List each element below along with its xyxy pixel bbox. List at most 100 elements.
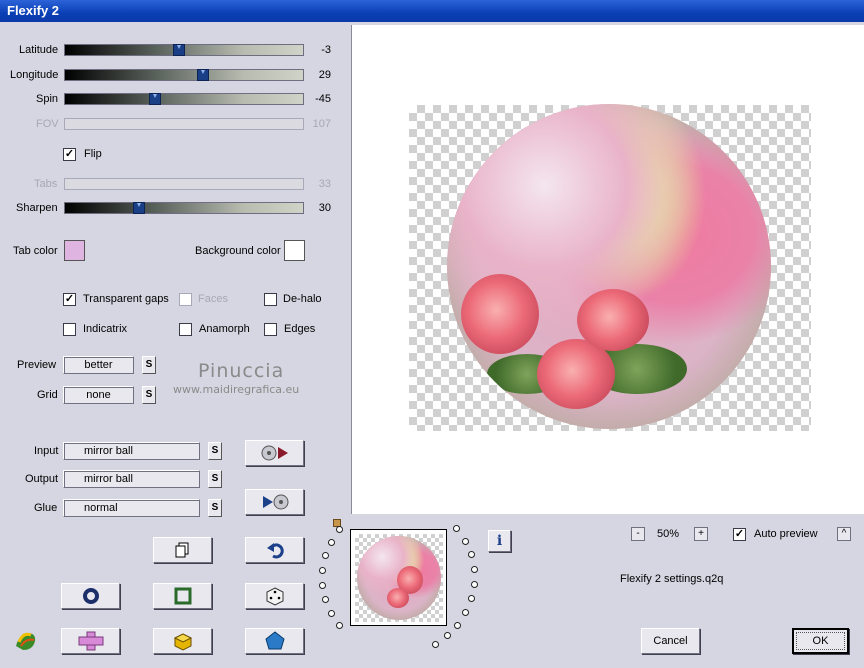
faces-label: Faces (198, 293, 228, 305)
flip-checkbox[interactable]: ✓ (63, 148, 76, 161)
cancel-button[interactable]: Cancel (641, 628, 700, 654)
play-back-button[interactable] (245, 489, 304, 515)
preview-label: Preview (17, 359, 57, 371)
fov-label: FOV (36, 118, 59, 130)
sharpen-slider-thumb[interactable] (132, 202, 145, 214)
de-halo-checkbox[interactable] (264, 293, 277, 306)
background-color-swatch[interactable] (284, 240, 305, 261)
flip-label: Flip (84, 148, 102, 160)
collapse-button[interactable]: ^ (837, 527, 851, 541)
navigator-thumbnail[interactable] (350, 529, 447, 626)
orbit-dot[interactable] (319, 566, 327, 574)
zoom-in-button[interactable]: + (694, 527, 708, 541)
longitude-slider[interactable] (64, 69, 304, 81)
orbit-dot[interactable] (470, 565, 478, 573)
orbit-dot[interactable] (470, 580, 478, 588)
orbit-dot[interactable] (443, 632, 451, 640)
square-button[interactable] (153, 583, 212, 609)
watermark-url: www.maidiregrafica.eu (173, 383, 300, 396)
output-s-button[interactable]: S (208, 470, 222, 488)
title-bar: Flexify 2 (0, 0, 864, 22)
sharpen-label: Sharpen (16, 202, 58, 214)
circle-icon (82, 588, 99, 604)
random-button[interactable] (245, 583, 304, 609)
grid-select[interactable]: none (63, 386, 134, 404)
longitude-label: Longitude (10, 69, 59, 81)
copy-icon (175, 542, 188, 558)
tab-color-label: Tab color (13, 245, 58, 257)
orbit-dot[interactable] (319, 581, 327, 589)
play-forward-icon (261, 445, 288, 461)
circle-button[interactable] (61, 583, 120, 609)
play-forward-button[interactable] (245, 440, 304, 466)
auto-preview-checkbox[interactable]: ✓ (733, 528, 746, 541)
info-icon: i (496, 533, 503, 549)
undo-icon (266, 543, 284, 559)
sharpen-slider[interactable] (64, 202, 304, 214)
spin-slider-thumb[interactable] (149, 93, 162, 105)
orbit-dot[interactable] (328, 610, 336, 618)
orbit-dot[interactable] (454, 621, 462, 629)
tabs-label: Tabs (34, 178, 58, 190)
auto-preview-label: Auto preview (754, 528, 818, 540)
orbit-dot[interactable] (462, 609, 470, 617)
settings-filename: Flexify 2 settings.q2q (620, 573, 724, 585)
zoom-level: 50% (657, 528, 680, 540)
thumbnail-ball-image (357, 536, 441, 620)
orbit-dot[interactable] (467, 551, 475, 559)
flexify-dialog: Flexify 2 Latitude -3 Longitude 29 Spin … (0, 0, 864, 668)
latitude-value: -3 (321, 44, 331, 56)
anamorph-checkbox[interactable] (179, 323, 192, 336)
transparent-gaps-checkbox[interactable]: ✓ (63, 293, 76, 306)
input-select[interactable]: mirror ball (63, 442, 200, 460)
fov-value: 107 (312, 118, 331, 130)
sharpen-value: 30 (318, 202, 331, 214)
latitude-slider[interactable] (64, 44, 304, 56)
indicatrix-label: Indicatrix (83, 323, 128, 335)
preview-s-button[interactable]: S (142, 356, 156, 374)
indicatrix-checkbox[interactable] (63, 323, 76, 336)
orbit-dot[interactable] (336, 622, 344, 630)
de-halo-label: De-halo (283, 293, 322, 305)
edges-checkbox[interactable] (264, 323, 277, 336)
latitude-label: Latitude (19, 44, 59, 56)
flexify-logo-icon (16, 632, 36, 650)
orbit-dot[interactable] (431, 640, 439, 648)
undo-button[interactable] (245, 537, 304, 563)
zoom-out-button[interactable]: - (631, 527, 645, 541)
mirror-ball-preview-image (447, 104, 771, 429)
glue-s-button[interactable]: S (208, 499, 222, 517)
latitude-slider-thumb[interactable] (173, 44, 186, 56)
preview-quality-select[interactable]: better (63, 356, 134, 374)
info-button[interactable]: i (488, 530, 511, 552)
orbit-dot[interactable] (335, 526, 343, 534)
fov-slider (64, 118, 304, 130)
orbit-dot[interactable] (327, 538, 335, 546)
orbit-dot[interactable] (322, 596, 330, 604)
tabs-slider (64, 178, 304, 190)
ok-button[interactable]: OK (792, 628, 849, 654)
glue-select[interactable]: normal (63, 499, 200, 517)
copy-button[interactable] (153, 537, 212, 563)
cross-icon (78, 631, 103, 651)
play-back-icon (262, 494, 288, 510)
grid-label: Grid (37, 389, 58, 401)
cross-button[interactable] (61, 628, 120, 654)
transparent-gaps-label: Transparent gaps (83, 293, 169, 305)
tab-color-swatch[interactable] (64, 240, 85, 261)
orbit-dot[interactable] (322, 552, 330, 560)
dice-icon (266, 587, 283, 606)
cube-button[interactable] (153, 628, 212, 654)
watermark-name: Pinuccia (198, 360, 285, 382)
grid-s-button[interactable]: S (142, 386, 156, 404)
orbit-dot[interactable] (461, 537, 469, 545)
longitude-slider-thumb[interactable] (197, 69, 210, 81)
faces-checkbox (179, 293, 192, 306)
orbit-dot[interactable] (453, 525, 461, 533)
spin-slider[interactable] (64, 93, 304, 105)
output-select[interactable]: mirror ball (63, 470, 200, 488)
orbit-dot[interactable] (467, 595, 475, 603)
input-s-button[interactable]: S (208, 442, 222, 460)
pentagon-button[interactable] (245, 628, 304, 654)
pentagon-icon (264, 631, 285, 650)
